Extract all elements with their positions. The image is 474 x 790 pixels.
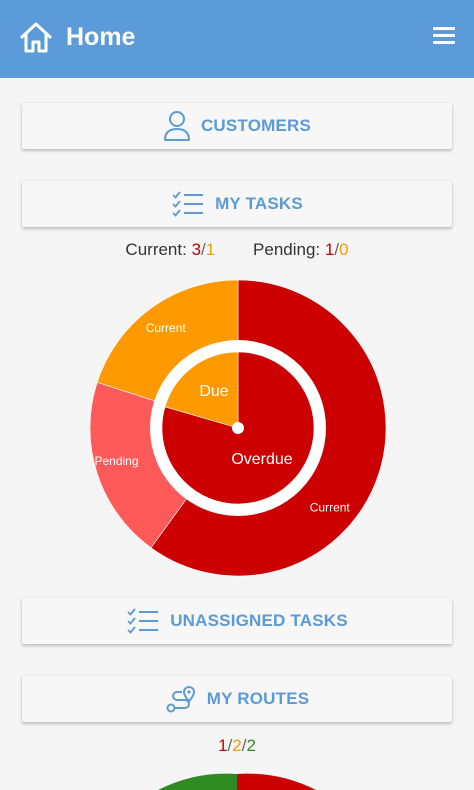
current-label: Current: xyxy=(125,240,187,259)
hamburger-menu-icon[interactable] xyxy=(433,27,455,45)
unassigned-tasks-button[interactable]: UNASSIGNED TASKS xyxy=(22,598,452,644)
my-routes-button[interactable]: MY ROUTES xyxy=(22,676,452,722)
my-routes-label: MY ROUTES xyxy=(206,689,310,708)
routes-donut-chart xyxy=(158,773,316,790)
task-counts: Current: 3/1 Pending: 1/0 xyxy=(125,240,349,259)
unassigned-tasks-label: UNASSIGNED TASKS xyxy=(170,611,348,630)
route-count-b: 2 xyxy=(232,736,242,755)
route-count-c: 2 xyxy=(246,736,256,755)
pending-due-count: 0 xyxy=(339,240,349,259)
outer-label-current-due: Current xyxy=(146,321,187,335)
user-icon xyxy=(163,111,190,141)
my-tasks-button[interactable]: MY TASKS xyxy=(22,181,452,227)
current-overdue-count: 3 xyxy=(191,240,202,259)
routes-complete-arc xyxy=(158,773,237,790)
tasks-donut-chart[interactable]: Current Pending Current Due Overdue xyxy=(88,278,388,578)
route-counts: 1/2/2 xyxy=(218,736,256,755)
route-icon xyxy=(166,685,195,713)
page-title: Home xyxy=(66,23,136,51)
outer-label-pending: Pending xyxy=(94,454,138,468)
routes-overdue-arc xyxy=(237,773,316,790)
outer-label-current-overdue: Current xyxy=(310,500,351,514)
inner-label-overdue: Overdue xyxy=(231,451,292,468)
customers-label: CUSTOMERS xyxy=(200,116,312,135)
my-tasks-label: MY TASKS xyxy=(215,194,303,213)
pending-overdue-count: 1 xyxy=(324,240,335,259)
current-due-count: 1 xyxy=(205,240,216,259)
pending-label: Pending: xyxy=(253,240,321,259)
home-icon[interactable] xyxy=(18,20,54,54)
inner-label-due: Due xyxy=(199,383,228,400)
app-header: Home xyxy=(0,0,474,78)
center-dot xyxy=(232,422,244,434)
customers-button[interactable]: CUSTOMERS xyxy=(22,103,452,149)
checklist-icon xyxy=(127,608,159,634)
checklist-icon xyxy=(172,191,204,217)
route-count-a: 1 xyxy=(218,736,228,755)
